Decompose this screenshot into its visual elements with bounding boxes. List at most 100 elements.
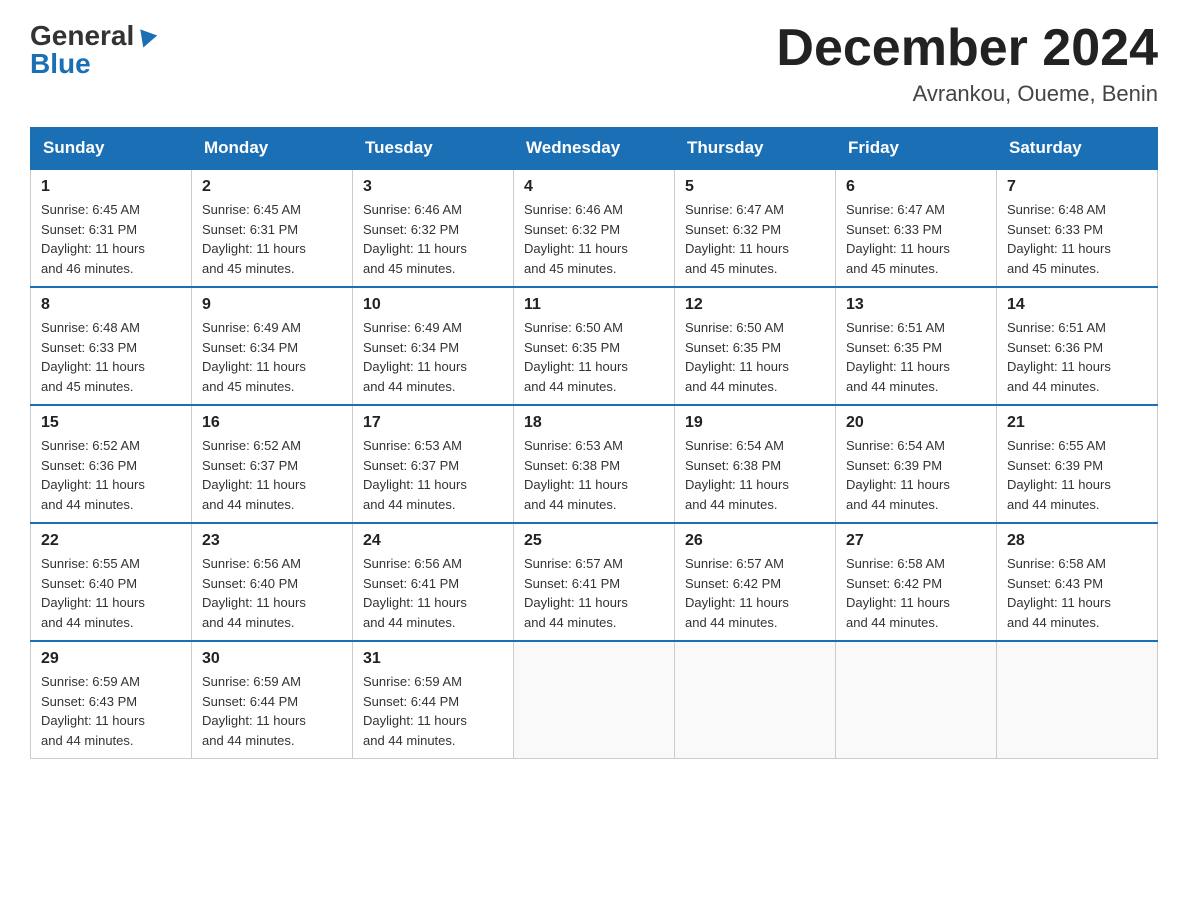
day-info: Sunrise: 6:56 AMSunset: 6:40 PMDaylight:… [202,554,342,632]
calendar-cell: 16 Sunrise: 6:52 AMSunset: 6:37 PMDayligh… [192,405,353,523]
col-tuesday: Tuesday [353,128,514,170]
calendar-cell: 14Sunrise: 6:51 AMSunset: 6:36 PMDayligh… [997,287,1158,405]
calendar-cell: 22 Sunrise: 6:55 AMSunset: 6:40 PMDayligh… [31,523,192,641]
day-number: 11 [524,296,664,314]
month-title: December 2024 [776,20,1158,77]
logo: General Blue [30,20,155,80]
week-row-1: 1 Sunrise: 6:45 AMSunset: 6:31 PMDaylight… [31,169,1158,287]
calendar-cell: 24 Sunrise: 6:56 AMSunset: 6:41 PMDayligh… [353,523,514,641]
day-info: Sunrise: 6:51 AMSunset: 6:35 PMDaylight:… [846,318,986,396]
day-number: 18 [524,414,664,432]
day-info: Sunrise: 6:52 AMSunset: 6:36 PMDaylight:… [41,436,181,514]
day-number: 12 [685,296,825,314]
calendar-cell: 25 Sunrise: 6:57 AMSunset: 6:41 PMDayligh… [514,523,675,641]
day-info: Sunrise: 6:45 AMSunset: 6:31 PMDaylight:… [202,200,342,278]
day-info: Sunrise: 6:46 AMSunset: 6:32 PMDaylight:… [363,200,503,278]
day-info: Sunrise: 6:59 AMSunset: 6:43 PMDaylight:… [41,672,181,750]
day-info: Sunrise: 6:46 AMSunset: 6:32 PMDaylight:… [524,200,664,278]
day-number: 21 [1007,414,1147,432]
day-info: Sunrise: 6:58 AMSunset: 6:43 PMDaylight:… [1007,554,1147,632]
calendar-cell [997,641,1158,759]
calendar-cell: 15 Sunrise: 6:52 AMSunset: 6:36 PMDayligh… [31,405,192,523]
day-info: Sunrise: 6:48 AMSunset: 6:33 PMDaylight:… [1007,200,1147,278]
day-number: 22 [41,532,181,550]
day-number: 7 [1007,178,1147,196]
day-info: Sunrise: 6:56 AMSunset: 6:41 PMDaylight:… [363,554,503,632]
calendar-cell: 20 Sunrise: 6:54 AMSunset: 6:39 PMDayligh… [836,405,997,523]
calendar-cell: 12 Sunrise: 6:50 AMSunset: 6:35 PMDayligh… [675,287,836,405]
day-info: Sunrise: 6:52 AMSunset: 6:37 PMDaylight:… [202,436,342,514]
logo-blue: Blue [30,48,91,80]
calendar-cell: 7 Sunrise: 6:48 AMSunset: 6:33 PMDaylight… [997,169,1158,287]
day-number: 15 [41,414,181,432]
calendar-cell: 27 Sunrise: 6:58 AMSunset: 6:42 PMDayligh… [836,523,997,641]
day-info: Sunrise: 6:49 AMSunset: 6:34 PMDaylight:… [202,318,342,396]
day-number: 6 [846,178,986,196]
day-info: Sunrise: 6:47 AMSunset: 6:32 PMDaylight:… [685,200,825,278]
header-row: Sunday Monday Tuesday Wednesday Thursday… [31,128,1158,170]
day-info: Sunrise: 6:51 AMSunset: 6:36 PMDaylight:… [1007,318,1147,396]
calendar-cell: 21 Sunrise: 6:55 AMSunset: 6:39 PMDayligh… [997,405,1158,523]
day-number: 19 [685,414,825,432]
day-info: Sunrise: 6:50 AMSunset: 6:35 PMDaylight:… [685,318,825,396]
calendar-cell: 9Sunrise: 6:49 AMSunset: 6:34 PMDaylight… [192,287,353,405]
calendar-cell: 29 Sunrise: 6:59 AMSunset: 6:43 PMDayligh… [31,641,192,759]
calendar-cell: 28Sunrise: 6:58 AMSunset: 6:43 PMDayligh… [997,523,1158,641]
calendar-cell [514,641,675,759]
col-saturday: Saturday [997,128,1158,170]
day-info: Sunrise: 6:53 AMSunset: 6:37 PMDaylight:… [363,436,503,514]
day-info: Sunrise: 6:54 AMSunset: 6:39 PMDaylight:… [846,436,986,514]
day-number: 25 [524,532,664,550]
week-row-3: 15 Sunrise: 6:52 AMSunset: 6:36 PMDayligh… [31,405,1158,523]
day-number: 20 [846,414,986,432]
calendar-cell: 13 Sunrise: 6:51 AMSunset: 6:35 PMDayligh… [836,287,997,405]
col-wednesday: Wednesday [514,128,675,170]
col-monday: Monday [192,128,353,170]
calendar-cell: 23Sunrise: 6:56 AMSunset: 6:40 PMDayligh… [192,523,353,641]
day-number: 31 [363,650,503,668]
col-sunday: Sunday [31,128,192,170]
calendar-cell [675,641,836,759]
day-number: 27 [846,532,986,550]
day-number: 8 [41,296,181,314]
day-info: Sunrise: 6:58 AMSunset: 6:42 PMDaylight:… [846,554,986,632]
day-info: Sunrise: 6:59 AMSunset: 6:44 PMDaylight:… [202,672,342,750]
day-number: 13 [846,296,986,314]
calendar-cell: 11 Sunrise: 6:50 AMSunset: 6:35 PMDayligh… [514,287,675,405]
calendar-cell: 3 Sunrise: 6:46 AMSunset: 6:32 PMDaylight… [353,169,514,287]
day-number: 3 [363,178,503,196]
calendar-cell: 31Sunrise: 6:59 AMSunset: 6:44 PMDayligh… [353,641,514,759]
day-number: 30 [202,650,342,668]
day-info: Sunrise: 6:55 AMSunset: 6:40 PMDaylight:… [41,554,181,632]
day-info: Sunrise: 6:55 AMSunset: 6:39 PMDaylight:… [1007,436,1147,514]
calendar-cell: 1 Sunrise: 6:45 AMSunset: 6:31 PMDaylight… [31,169,192,287]
calendar-cell: 17 Sunrise: 6:53 AMSunset: 6:37 PMDayligh… [353,405,514,523]
calendar-cell: 19 Sunrise: 6:54 AMSunset: 6:38 PMDayligh… [675,405,836,523]
day-info: Sunrise: 6:57 AMSunset: 6:41 PMDaylight:… [524,554,664,632]
day-number: 24 [363,532,503,550]
day-number: 29 [41,650,181,668]
day-number: 26 [685,532,825,550]
day-number: 2 [202,178,342,196]
day-number: 16 [202,414,342,432]
week-row-4: 22 Sunrise: 6:55 AMSunset: 6:40 PMDayligh… [31,523,1158,641]
calendar-cell: 5 Sunrise: 6:47 AMSunset: 6:32 PMDaylight… [675,169,836,287]
day-number: 1 [41,178,181,196]
col-friday: Friday [836,128,997,170]
location-title: Avrankou, Oueme, Benin [776,81,1158,107]
day-number: 4 [524,178,664,196]
title-block: December 2024 Avrankou, Oueme, Benin [776,20,1158,107]
day-number: 5 [685,178,825,196]
day-info: Sunrise: 6:54 AMSunset: 6:38 PMDaylight:… [685,436,825,514]
calendar-cell: 30 Sunrise: 6:59 AMSunset: 6:44 PMDayligh… [192,641,353,759]
calendar-cell [836,641,997,759]
day-info: Sunrise: 6:57 AMSunset: 6:42 PMDaylight:… [685,554,825,632]
calendar-cell: 6Sunrise: 6:47 AMSunset: 6:33 PMDaylight… [836,169,997,287]
week-row-5: 29 Sunrise: 6:59 AMSunset: 6:43 PMDayligh… [31,641,1158,759]
day-info: Sunrise: 6:45 AMSunset: 6:31 PMDaylight:… [41,200,181,278]
day-info: Sunrise: 6:50 AMSunset: 6:35 PMDaylight:… [524,318,664,396]
day-number: 17 [363,414,503,432]
calendar-cell: 4 Sunrise: 6:46 AMSunset: 6:32 PMDaylight… [514,169,675,287]
page-header: General Blue December 2024 Avrankou, Oue… [30,20,1158,107]
calendar-cell: 8Sunrise: 6:48 AMSunset: 6:33 PMDaylight… [31,287,192,405]
